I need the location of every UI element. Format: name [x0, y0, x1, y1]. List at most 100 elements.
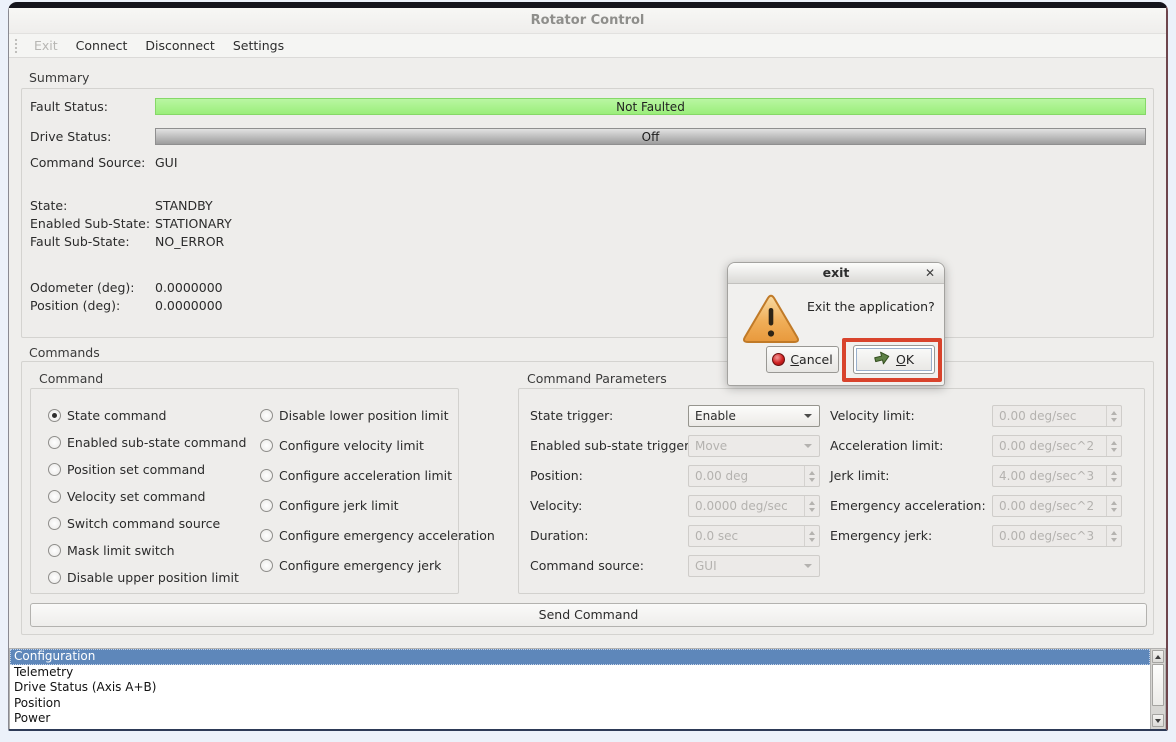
menu-item-exit: Exit	[25, 34, 67, 57]
command-parameters-group-label: Command Parameters	[527, 371, 667, 386]
spinner-buttons	[1106, 436, 1121, 456]
window-titlebar: Rotator Control	[9, 8, 1166, 34]
chevron-down-icon	[804, 444, 812, 448]
drive-status-row: Drive Status: Off	[30, 128, 1146, 145]
list-item-configuration[interactable]: Configuration	[10, 649, 1150, 665]
menu-item-connect[interactable]: Connect	[67, 34, 137, 57]
scroll-down-button[interactable]	[1152, 714, 1164, 727]
jerk-limit-label: Jerk limit:	[830, 465, 992, 487]
velocity-limit-label: Velocity limit:	[830, 405, 992, 427]
menu-item-disconnect[interactable]: Disconnect	[136, 34, 223, 57]
menubar: Exit Connect Disconnect Settings	[9, 34, 1166, 58]
pages-listbox: Configuration Telemetry Drive Status (Ax…	[9, 648, 1166, 729]
radio-option-configure-acceleration-limit[interactable]: Configure acceleration limit	[260, 466, 495, 484]
radio-button-icon	[260, 409, 273, 422]
send-command-button[interactable]: Send Command	[30, 603, 1147, 627]
position-value: 0.0000000	[155, 298, 223, 313]
fault-status-label: Fault Status:	[30, 99, 155, 114]
exit-dialog: exit ✕ Exit the appl	[727, 262, 945, 386]
exit-dialog-titlebar: exit ✕	[728, 263, 944, 284]
velocity-input: 0.0000 deg/sec	[688, 495, 820, 517]
radio-button-icon	[260, 469, 273, 482]
enabled-sub-state-row: Enabled Sub-State: STATIONARY	[30, 215, 1146, 232]
rotator-control-window: Rotator Control Exit Connect Disconnect …	[8, 2, 1168, 731]
exit-dialog-title: exit	[823, 265, 850, 280]
screen: Rotator Control Exit Connect Disconnect …	[0, 0, 1176, 742]
emergency-acceleration-label: Emergency acceleration:	[830, 495, 992, 517]
radio-option-state-command[interactable]: State command	[48, 406, 260, 424]
close-icon[interactable]: ✕	[925, 263, 935, 283]
menubar-grip-handle[interactable]	[14, 38, 18, 54]
radio-option-disable-lower-position-limit[interactable]: Disable lower position limit	[260, 406, 495, 424]
window-title: Rotator Control	[531, 13, 645, 28]
position-input-label: Position:	[530, 465, 688, 487]
command-options-left: State command Enabled sub-state command …	[48, 406, 260, 595]
radio-option-position-set-command[interactable]: Position set command	[48, 460, 260, 478]
velocity-input-label: Velocity:	[530, 495, 688, 517]
radio-option-enabled-sub-state-command[interactable]: Enabled sub-state command	[48, 433, 260, 451]
spinner-buttons	[1106, 526, 1121, 546]
enabled-sub-state-label: Enabled Sub-State:	[30, 216, 155, 231]
parameters-grid: State trigger: Enable Velocity limit: 0.…	[519, 389, 1144, 577]
command-source-row: Command Source: GUI	[30, 154, 1146, 171]
spinner-buttons	[804, 496, 819, 516]
acceleration-limit-input: 0.00 deg/sec^2	[992, 435, 1122, 457]
radio-option-switch-command-source[interactable]: Switch command source	[48, 514, 260, 532]
position-input: 0.00 deg	[688, 465, 820, 487]
radio-option-configure-emergency-acceleration[interactable]: Configure emergency acceleration	[260, 526, 495, 544]
scrollbar-thumb[interactable]	[1152, 664, 1164, 706]
chevron-down-icon	[804, 564, 812, 568]
drive-status-bar: Off	[155, 128, 1146, 145]
list-item-drive-status[interactable]: Drive Status (Axis A+B)	[10, 680, 1150, 696]
drive-status-label: Drive Status:	[30, 129, 155, 144]
list-item-power[interactable]: Power	[10, 711, 1150, 727]
fault-status-bar: Not Faulted	[155, 98, 1146, 115]
radio-option-mask-limit-switch[interactable]: Mask limit switch	[48, 541, 260, 559]
acceleration-limit-label: Acceleration limit:	[830, 435, 992, 457]
command-source-select-label: Command source:	[530, 555, 688, 577]
scroll-up-button[interactable]	[1152, 650, 1164, 663]
radio-option-configure-jerk-limit[interactable]: Configure jerk limit	[260, 496, 495, 514]
position-label: Position (deg):	[30, 298, 155, 313]
emergency-jerk-label: Emergency jerk:	[830, 525, 992, 547]
duration-input-label: Duration:	[530, 525, 688, 547]
spinner-buttons	[804, 526, 819, 546]
radio-button-icon	[48, 517, 61, 530]
fault-status-row: Fault Status: Not Faulted	[30, 98, 1146, 115]
spinner-buttons	[1106, 406, 1121, 426]
odometer-value: 0.0000000	[155, 280, 223, 295]
commands-panel: Command State command Enabled sub-state …	[21, 361, 1154, 635]
radio-button-icon	[48, 463, 61, 476]
emergency-jerk-input: 0.00 deg/sec^3	[992, 525, 1122, 547]
radio-button-icon	[260, 499, 273, 512]
command-options: State command Enabled sub-state command …	[31, 389, 458, 595]
chevron-down-icon	[804, 414, 812, 418]
exit-dialog-message: Exit the application?	[807, 299, 935, 314]
position-row: Position (deg): 0.0000000	[30, 297, 1146, 314]
list-scrollbar[interactable]	[1150, 649, 1165, 729]
command-source-label: Command Source:	[30, 155, 155, 170]
radio-option-disable-upper-position-limit[interactable]: Disable upper position limit	[48, 568, 260, 586]
radio-button-icon	[260, 529, 273, 542]
radio-option-velocity-set-command[interactable]: Velocity set command	[48, 487, 260, 505]
fault-sub-state-row: Fault Sub-State: NO_ERROR	[30, 233, 1146, 250]
list-item-telemetry[interactable]: Telemetry	[10, 665, 1150, 681]
radio-option-configure-emergency-jerk[interactable]: Configure emergency jerk	[260, 556, 495, 574]
duration-input: 0.0 sec	[688, 525, 820, 547]
menu-item-settings[interactable]: Settings	[224, 34, 293, 57]
command-options-right: Disable lower position limit Configure v…	[260, 406, 495, 595]
list-item-position[interactable]: Position	[10, 696, 1150, 712]
radio-button-icon	[48, 571, 61, 584]
cancel-button[interactable]: Cancel	[766, 346, 839, 373]
command-source-value: GUI	[155, 155, 178, 170]
spinner-buttons	[804, 466, 819, 486]
radio-button-icon	[48, 544, 61, 557]
radio-button-icon	[48, 409, 61, 422]
summary-section-label: Summary	[29, 70, 89, 85]
spinner-buttons	[1106, 466, 1121, 486]
command-parameters-groupbox: State trigger: Enable Velocity limit: 0.…	[518, 388, 1145, 594]
radio-option-configure-velocity-limit[interactable]: Configure velocity limit	[260, 436, 495, 454]
state-trigger-select[interactable]: Enable	[688, 405, 820, 427]
commands-section-label: Commands	[29, 345, 100, 360]
state-label: State:	[30, 198, 155, 213]
